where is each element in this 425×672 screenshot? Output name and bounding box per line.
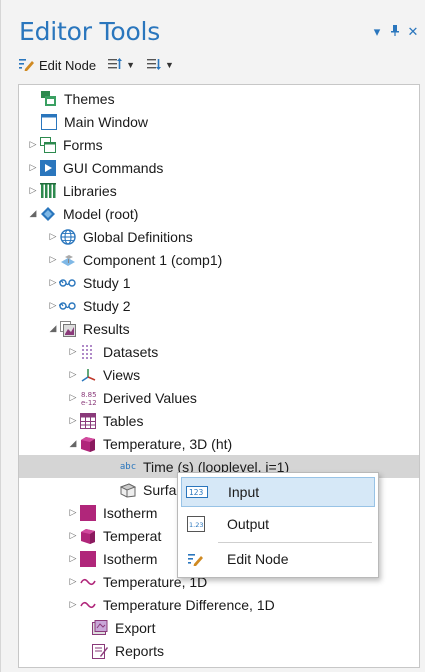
tables-icon: [79, 412, 97, 429]
derived-values-icon: 8.85 e-12: [79, 390, 97, 406]
editor-tools-panel: Editor Tools ▾ ✕ Edit Node ▼ ▼ Themes Ma…: [0, 0, 425, 672]
views-icon: [79, 367, 97, 383]
pin-icon[interactable]: [389, 24, 401, 40]
forms-icon: [39, 136, 57, 153]
datasets-icon: [79, 344, 97, 360]
move-up-icon: [108, 57, 123, 74]
panel-title: Editor Tools: [19, 17, 161, 46]
abc-text-icon: abc: [119, 461, 137, 472]
plot3d-icon: [79, 528, 97, 544]
expand-arrow-icon[interactable]: ▷: [67, 392, 79, 403]
svg-text:8.85: 8.85: [81, 391, 96, 399]
tree-item-global-definitions[interactable]: ▷ Global Definitions: [19, 225, 419, 248]
tree-item-component-1[interactable]: ▷ Component 1 (comp1): [19, 248, 419, 271]
reports-icon: [91, 643, 109, 659]
tree-item-export[interactable]: Export: [19, 616, 419, 639]
edit-node-button[interactable]: Edit Node: [19, 57, 96, 74]
plot1d-icon: [79, 597, 97, 613]
tree-item-libraries[interactable]: ▷ Libraries: [19, 179, 419, 202]
toolbar: Edit Node ▼ ▼: [19, 54, 174, 76]
chevron-down-icon: ▼: [126, 60, 136, 70]
tree-item-tables[interactable]: ▷ Tables: [19, 409, 419, 432]
expand-arrow-icon[interactable]: ▷: [67, 415, 79, 426]
tree-item-forms[interactable]: ▷ Forms: [19, 133, 419, 156]
window-icon: [40, 113, 58, 130]
chevron-down-icon: ▼: [165, 60, 174, 70]
context-menu-output-label: Output: [227, 516, 270, 532]
expand-arrow-icon[interactable]: ▷: [67, 507, 79, 518]
svg-text:e-12: e-12: [81, 399, 96, 406]
plot3d-icon: [79, 436, 97, 452]
tree-item-views[interactable]: ▷ Views: [19, 363, 419, 386]
tree-item-datasets[interactable]: ▷ Datasets: [19, 340, 419, 363]
expand-arrow-icon[interactable]: ▷: [27, 185, 39, 196]
output-icon: 1.23: [185, 516, 207, 532]
move-up-button[interactable]: ▼: [108, 57, 135, 74]
tree-item-main-window[interactable]: Main Window: [19, 110, 419, 133]
plot1d-icon: [79, 574, 97, 590]
surface-icon: [119, 482, 137, 498]
tree-item-model-root[interactable]: ◢ Model (root): [19, 202, 419, 225]
move-down-icon: [147, 57, 162, 74]
expand-arrow-icon[interactable]: ▷: [67, 553, 79, 564]
collapse-arrow-icon[interactable]: ◢: [47, 323, 59, 334]
move-down-button[interactable]: ▼: [147, 57, 174, 74]
context-menu-input-label: Input: [228, 484, 260, 500]
tree-item-gui-commands[interactable]: ▷ GUI Commands: [19, 156, 419, 179]
model-icon: [39, 206, 57, 222]
expand-arrow-icon[interactable]: ▷: [67, 346, 79, 357]
expand-arrow-icon[interactable]: ▷: [47, 300, 59, 311]
export-icon: [91, 619, 109, 636]
collapse-arrow-icon[interactable]: ◢: [27, 208, 39, 219]
context-menu-edit-node-label: Edit Node: [227, 551, 289, 567]
model-tree[interactable]: Themes Main Window ▷ Forms ▷ GUI Command…: [18, 84, 420, 668]
tree-item-results[interactable]: ◢ Results: [19, 317, 419, 340]
svg-text:1.23: 1.23: [189, 521, 203, 529]
plot3d-icon: [79, 504, 97, 521]
close-icon[interactable]: ✕: [407, 24, 419, 40]
tree-item-derived-values[interactable]: ▷ 8.85 e-12 Derived Values: [19, 386, 419, 409]
gui-commands-icon: [39, 159, 57, 176]
results-icon: [59, 320, 77, 337]
edit-node-icon: [185, 551, 207, 567]
expand-arrow-icon[interactable]: ▷: [47, 277, 59, 288]
context-menu-separator: [218, 542, 372, 543]
study-icon: [59, 298, 77, 314]
expand-arrow-icon[interactable]: ▷: [47, 254, 59, 265]
collapse-arrow-icon[interactable]: ◢: [67, 438, 79, 449]
expand-arrow-icon[interactable]: ▷: [47, 231, 59, 242]
expand-arrow-icon[interactable]: ▷: [67, 530, 79, 541]
libraries-icon: [39, 182, 57, 199]
svg-text:123: 123: [189, 488, 204, 497]
context-menu-input[interactable]: 123 Input: [181, 477, 375, 507]
expand-arrow-icon[interactable]: ▷: [67, 369, 79, 380]
context-menu: 123 Input 1.23 Output Edit Node: [177, 472, 379, 578]
themes-icon: [40, 90, 58, 107]
globe-icon: [59, 228, 77, 245]
tree-item-themes[interactable]: Themes: [19, 87, 419, 110]
component-icon: [59, 252, 77, 268]
edit-node-label: Edit Node: [39, 57, 97, 73]
context-menu-output[interactable]: 1.23 Output: [181, 509, 375, 539]
expand-arrow-icon[interactable]: ▷: [67, 599, 79, 610]
tree-item-temperature-3d[interactable]: ◢ Temperature, 3D (ht): [19, 432, 419, 455]
tree-item-study-1[interactable]: ▷ Study 1: [19, 271, 419, 294]
title-buttons: ▾ ✕: [371, 24, 419, 40]
plot3d-icon: [79, 550, 97, 567]
edit-node-icon: [19, 57, 35, 74]
expand-arrow-icon[interactable]: ▷: [67, 576, 79, 587]
input-icon: 123: [186, 484, 208, 500]
expand-arrow-icon[interactable]: ▷: [27, 139, 39, 150]
study-icon: [59, 275, 77, 291]
dropdown-icon[interactable]: ▾: [371, 24, 383, 40]
expand-arrow-icon[interactable]: ▷: [27, 162, 39, 173]
tree-item-study-2[interactable]: ▷ Study 2: [19, 294, 419, 317]
context-menu-edit-node[interactable]: Edit Node: [181, 544, 375, 574]
tree-item-temperature-difference-1d[interactable]: ▷ Temperature Difference, 1D: [19, 593, 419, 616]
tree-item-reports[interactable]: Reports: [19, 639, 419, 662]
